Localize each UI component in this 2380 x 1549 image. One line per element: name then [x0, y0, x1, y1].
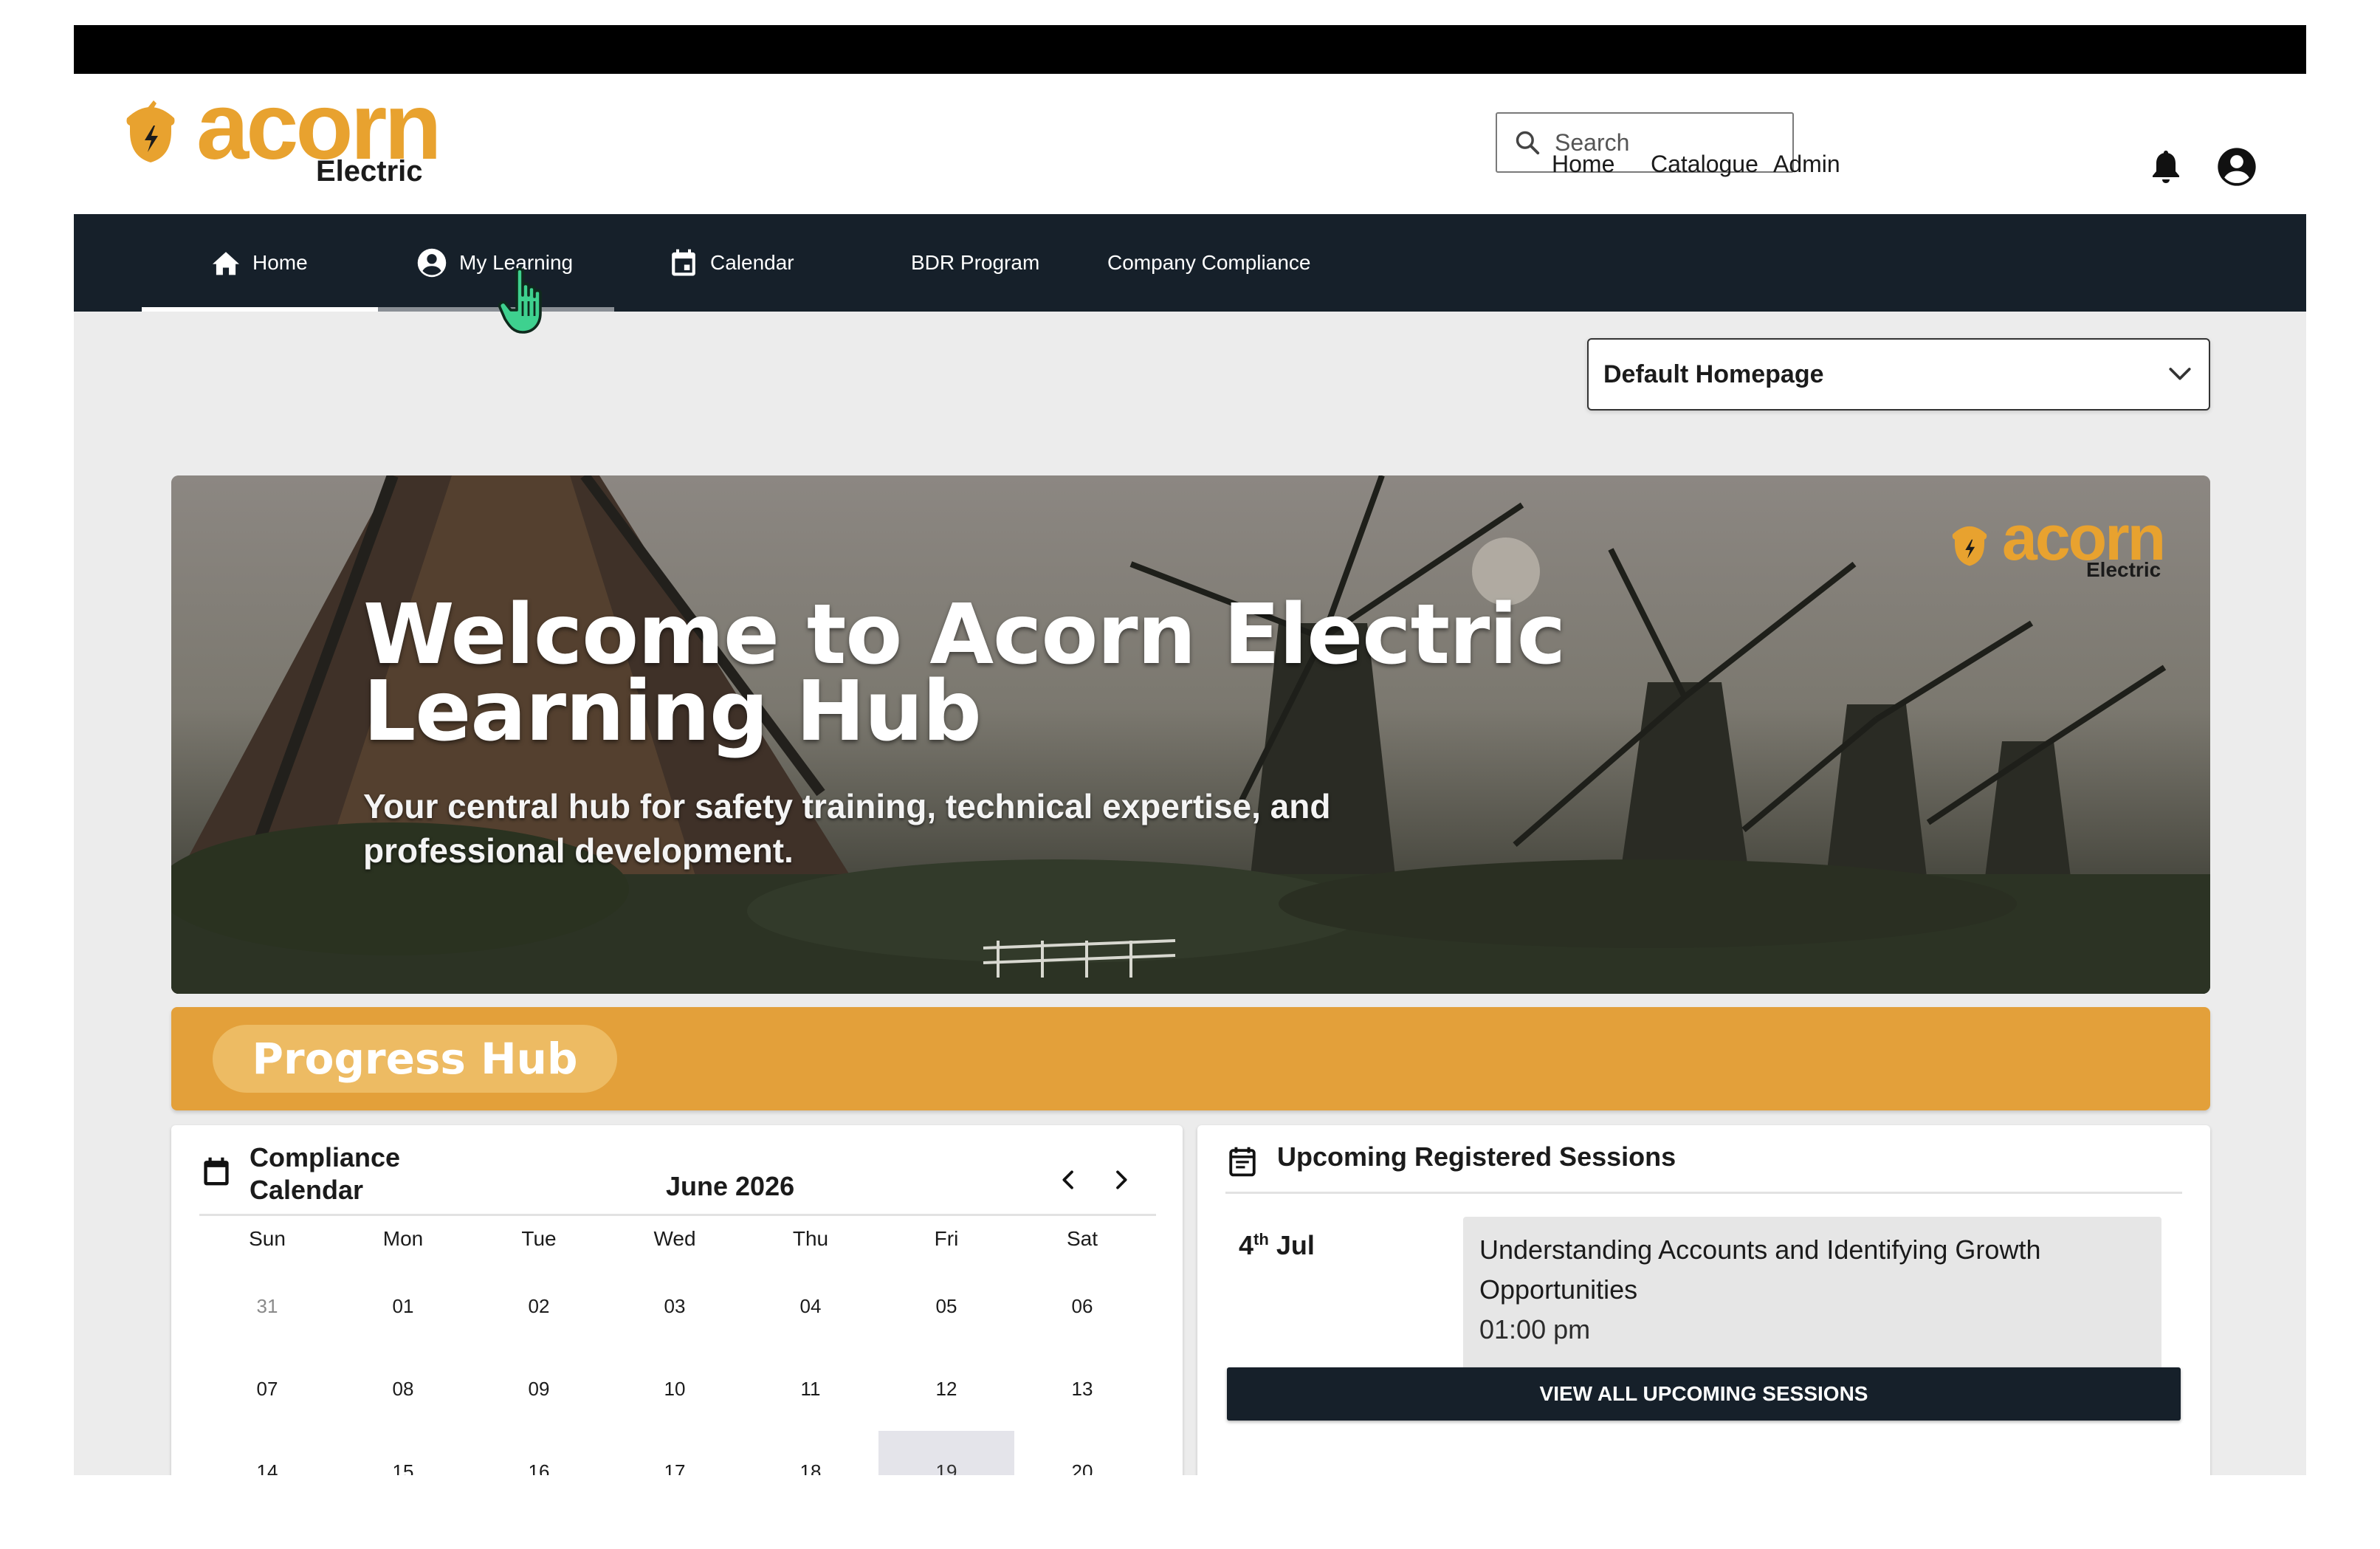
search-icon	[1516, 131, 1540, 155]
nav-item-bdr-program[interactable]: BDR Program	[911, 214, 1039, 312]
calendar-day-cell[interactable]: 11	[743, 1348, 878, 1429]
top-black-bar	[74, 25, 2306, 74]
account-circle-icon[interactable]	[2216, 146, 2257, 188]
calendar-month: June 2026	[666, 1171, 795, 1201]
compliance-calendar-card: Compliance Calendar June 2026 Sun Mon Tue W…	[171, 1125, 1183, 1475]
account-circle-icon	[417, 248, 447, 278]
session-time: 01:00 pm	[1479, 1314, 1591, 1344]
chevron-down-icon	[2169, 368, 2191, 380]
hero-title: Welcome to Acorn Electric Learning Hub	[363, 587, 1566, 760]
header-link-admin[interactable]: Admin	[1773, 151, 1840, 178]
homepage-select-value: Default Homepage	[1603, 360, 1824, 388]
acorn-electric-logo[interactable]: acorn Electric	[120, 80, 467, 221]
calendar-weekday-header: Mon	[382, 1227, 424, 1250]
sessions-divider	[1225, 1192, 2182, 1194]
hero-subtitle: Your central hub for safety training, te…	[363, 787, 1331, 870]
sessions-title: Upcoming Registered Sessions	[1277, 1141, 1676, 1172]
calendar-divider	[199, 1214, 1156, 1216]
event-note-icon	[1229, 1147, 1256, 1177]
calendar-day-cell[interactable]: 12	[878, 1348, 1014, 1429]
calendar-weekday-header: Tue	[521, 1227, 557, 1250]
hero-logo-subtitle: Electric	[2086, 558, 2161, 581]
calendar-day-cell[interactable]: 09	[471, 1348, 607, 1429]
calendar-weekday-header: Fri	[934, 1227, 959, 1250]
session-day-ordinal: th	[1253, 1230, 1269, 1249]
calendar-weekday-header: Sat	[1066, 1227, 1098, 1250]
nav-item-calendar-label: Calendar	[710, 251, 794, 274]
calendar-icon	[204, 1157, 229, 1186]
hero-title-line-2: Learning Hub	[363, 664, 982, 760]
hero-title-line-1: Welcome to Acorn Electric	[363, 587, 1566, 683]
session-name: Understanding Accounts and Identifying G…	[1479, 1234, 2041, 1305]
calendar-weekday-header: Thu	[792, 1227, 829, 1250]
calendar-day-cell[interactable]: 02	[471, 1265, 607, 1347]
calendar-title: Compliance Calendar	[250, 1142, 401, 1205]
logo-subtitle: Electric	[316, 155, 423, 188]
upcoming-sessions-card: Upcoming Registered Sessions 4th Jul Und…	[1197, 1125, 2210, 1475]
acorn-bolt-icon	[126, 100, 175, 162]
calendar-day-cell[interactable]: 05	[878, 1265, 1014, 1347]
calendar-day-cell[interactable]: 18	[743, 1431, 878, 1476]
view-all-sessions-button[interactable]: VIEW ALL UPCOMING SESSIONS	[1227, 1367, 2181, 1421]
app-frame: acorn Electric Home Catalogue Admin Home	[74, 25, 2306, 1475]
calendar-day-cell[interactable]: 01	[335, 1265, 471, 1347]
hand-pointer-cursor-icon	[498, 267, 542, 334]
calendar-weekday-header: Sun	[249, 1227, 286, 1250]
calendar-day-cell[interactable]: 04	[743, 1265, 878, 1347]
hero-banner: Welcome to Acorn Electric Learning Hub Y…	[171, 475, 2210, 994]
calendar-icon	[672, 249, 695, 276]
nav-hover-underline	[378, 307, 614, 312]
nav-item-company-compliance-label: Company Compliance	[1107, 251, 1311, 274]
calendar-weekday-header: Wed	[653, 1227, 696, 1250]
main-nav-bar: Home My Learning Calendar BDR Program Co…	[74, 214, 2306, 312]
calendar-day-cell[interactable]: 17	[607, 1431, 743, 1476]
home-icon	[213, 252, 239, 275]
session-day: 4	[1239, 1230, 1254, 1260]
nav-item-bdr-program-label: BDR Program	[911, 251, 1040, 274]
calendar-day-cell[interactable]: 13	[1014, 1348, 1150, 1429]
calendar-day-cell[interactable]: 14	[199, 1431, 335, 1476]
nav-active-underline	[142, 307, 378, 312]
session-month: Jul	[1276, 1230, 1315, 1260]
calendar-day-cell[interactable]: 03	[607, 1265, 743, 1347]
calendar-day-cell[interactable]: 10	[607, 1348, 743, 1429]
calendar-day-cell[interactable]: 20	[1014, 1431, 1150, 1476]
calendar-day-cell[interactable]: 31	[199, 1265, 335, 1347]
session-item[interactable]: Understanding Accounts and Identifying G…	[1463, 1217, 2161, 1379]
header-link-catalogue[interactable]: Catalogue	[1651, 151, 1758, 178]
nav-item-company-compliance[interactable]: Company Compliance	[1107, 214, 1310, 312]
progress-hub-banner: Progress Hub	[171, 1007, 2210, 1110]
calendar-day-cell[interactable]: 16	[471, 1431, 607, 1476]
bell-icon[interactable]	[2148, 148, 2184, 186]
nav-item-calendar[interactable]: Calendar	[669, 214, 794, 312]
nav-item-home[interactable]: Home	[211, 214, 308, 312]
session-date: 4th Jul	[1239, 1230, 1315, 1261]
chevron-right-icon[interactable]	[1109, 1168, 1132, 1192]
calendar-day-cell[interactable]: 19	[878, 1431, 1014, 1475]
calendar-day-cell[interactable]: 15	[335, 1431, 471, 1476]
calendar-day-cell[interactable]: 08	[335, 1348, 471, 1429]
progress-hub-title: Progress Hub	[213, 1025, 617, 1093]
chevron-left-icon[interactable]	[1057, 1168, 1081, 1192]
homepage-select[interactable]: Default Homepage	[1587, 338, 2210, 411]
hero-acorn-logo: acorn Electric	[1947, 506, 2184, 608]
calendar-day-cell[interactable]: 06	[1014, 1265, 1150, 1347]
acorn-bolt-icon	[1952, 526, 1987, 566]
header-link-home[interactable]: Home	[1552, 151, 1614, 178]
nav-item-home-label: Home	[252, 251, 308, 274]
calendar-day-cell[interactable]: 07	[199, 1348, 335, 1429]
